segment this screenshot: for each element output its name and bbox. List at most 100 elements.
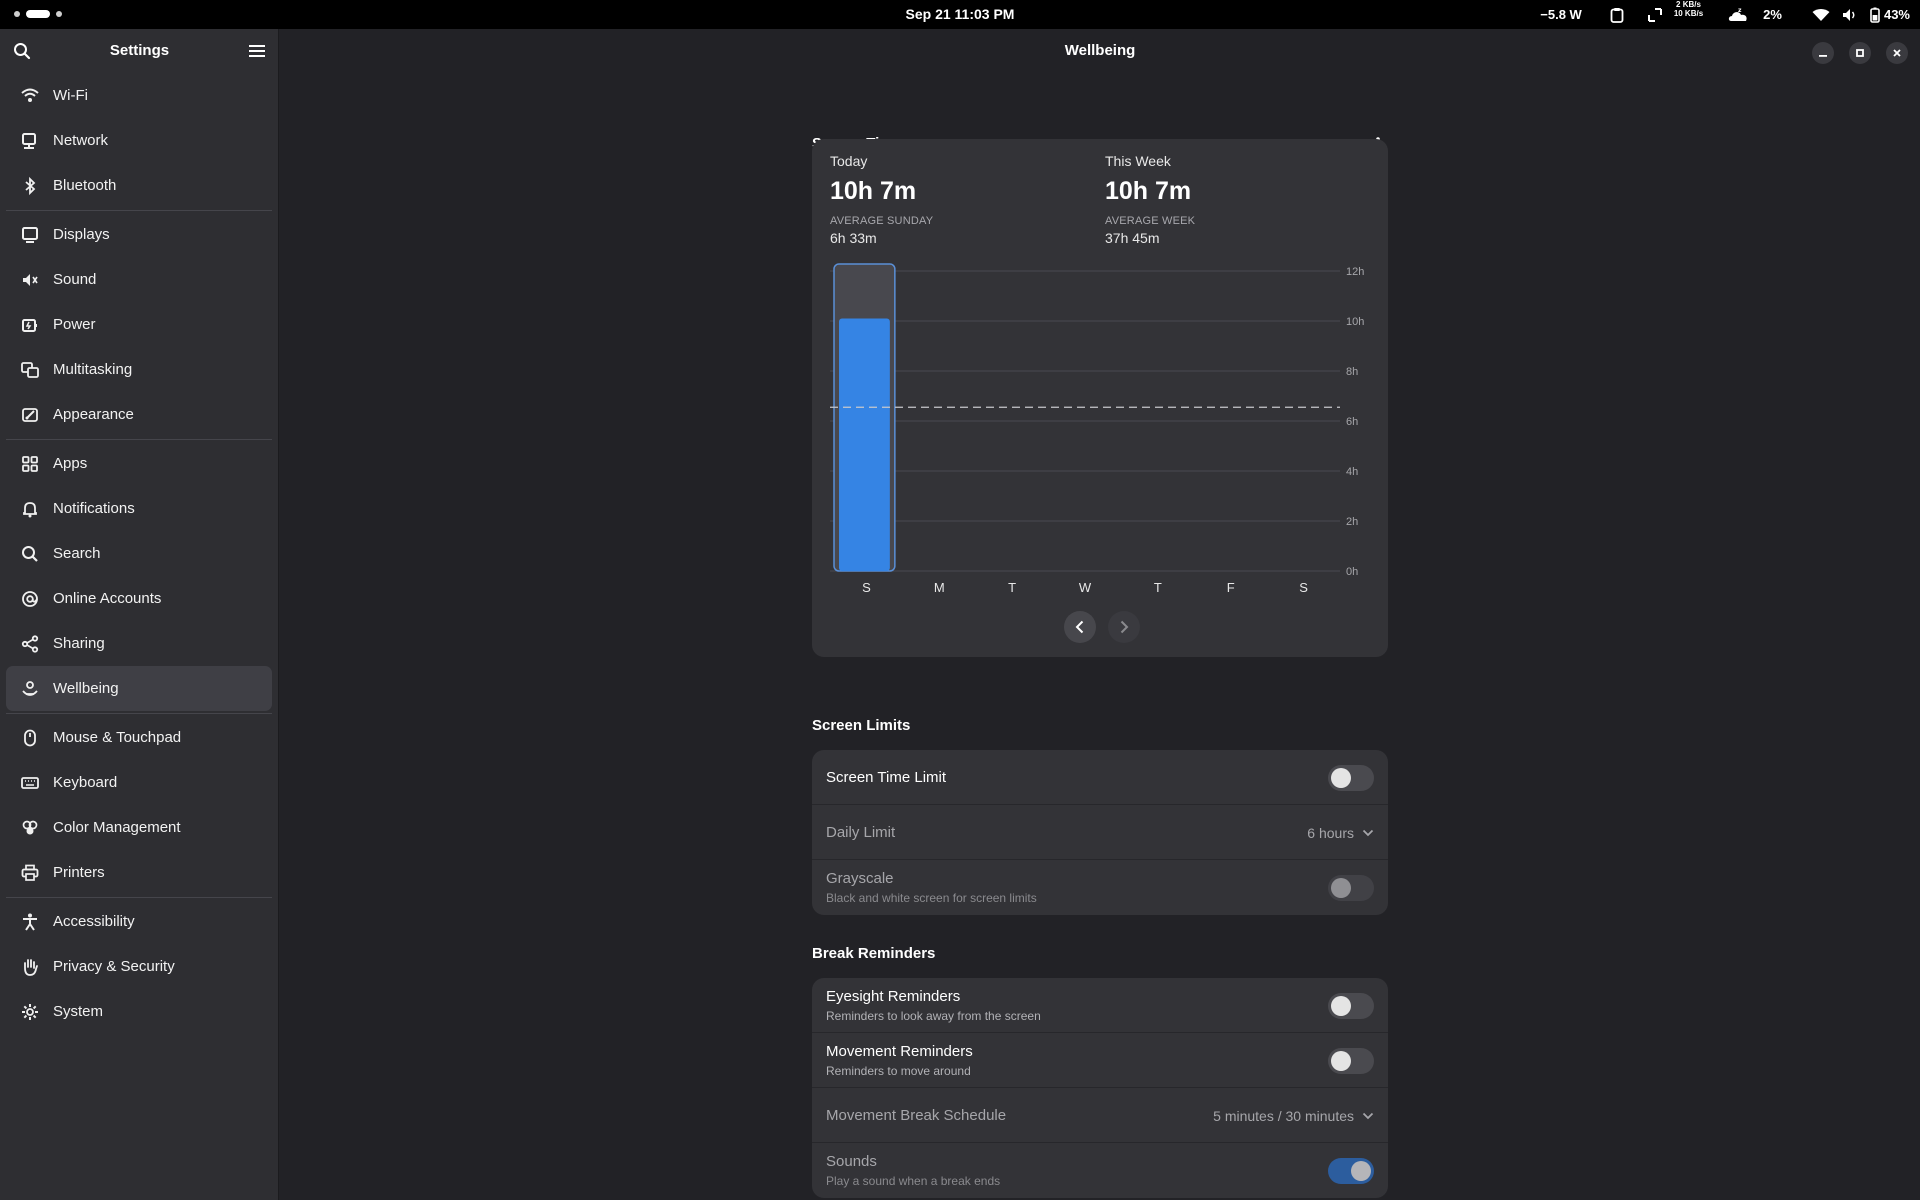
chart-x-tick-label: S (1299, 580, 1308, 595)
sidebar-separator (6, 897, 272, 898)
movement-break-schedule-value: 5 minutes / 30 minutes (1213, 1107, 1354, 1124)
sidebar-item-printers[interactable]: Printers (6, 850, 272, 895)
sidebar-item-multitasking[interactable]: Multitasking (6, 347, 272, 392)
next-week-button[interactable] (1108, 611, 1140, 643)
movement-break-schedule-row[interactable]: Movement Break Schedule 5 minutes / 30 m… (812, 1088, 1388, 1143)
sidebar-separator (6, 713, 272, 714)
chart-y-tick-label: 8h (1346, 366, 1358, 378)
at-sign-icon (20, 589, 40, 609)
sidebar-item-system[interactable]: System (6, 989, 272, 1034)
power-draw: −5.8 W (1540, 7, 1582, 22)
screen-time-limit-row[interactable]: Screen Time Limit (812, 750, 1388, 805)
sidebar-item-notifications[interactable]: Notifications (6, 486, 272, 531)
weather-icon[interactable]: z (1727, 0, 1753, 29)
volume-icon[interactable] (1842, 0, 1858, 29)
sidebar-item-label: Online Accounts (53, 590, 162, 607)
movement-break-schedule-dropdown[interactable]: 5 minutes / 30 minutes (1213, 1088, 1374, 1143)
bluetooth-icon (20, 176, 40, 196)
sounds-switch[interactable] (1328, 1157, 1374, 1184)
sounds-label: Sounds (826, 1153, 877, 1170)
speaker-icon (20, 270, 40, 290)
maximize-icon (1856, 49, 1864, 57)
previous-week-button[interactable] (1064, 611, 1096, 643)
network-speed-icon[interactable] (1646, 0, 1664, 29)
sidebar-item-label: System (53, 1003, 104, 1020)
close-button[interactable] (1886, 42, 1908, 64)
sidebar-item-label: Sharing (53, 635, 105, 652)
sidebar-item-apps[interactable]: Apps (6, 441, 272, 486)
chevron-down-icon (1362, 1112, 1374, 1119)
sidebar-item-mouse-touchpad[interactable]: Mouse & Touchpad (6, 715, 272, 760)
mouse-icon (20, 728, 40, 748)
daily-limit-row[interactable]: Daily Limit 6 hours (812, 805, 1388, 860)
sidebar-item-label: Mouse & Touchpad (53, 729, 182, 746)
movement-reminders-label: Movement Reminders (826, 1042, 973, 1060)
movement-reminders-row[interactable]: Movement Reminders Reminders to move aro… (812, 1033, 1388, 1088)
movement-reminders-switch[interactable] (1328, 1047, 1374, 1074)
maximize-button[interactable] (1849, 42, 1871, 64)
sidebar-item-sound[interactable]: Sound (6, 257, 272, 302)
sidebar-item-label: Color Management (53, 819, 181, 836)
chart-y-tick-label: 12h (1346, 266, 1364, 278)
sounds-row[interactable]: Sounds Play a sound when a break ends (812, 1143, 1388, 1198)
screen-time-card: Today 10h 7m AVERAGE SUNDAY 6h 33m This … (812, 139, 1388, 657)
sidebar-item-accessibility[interactable]: Accessibility (6, 899, 272, 944)
sidebar-item-label: Network (53, 132, 109, 149)
wifi-status-icon[interactable] (1812, 0, 1830, 29)
screen-time-limit-switch[interactable] (1328, 764, 1374, 791)
chart-bar (839, 318, 890, 571)
sidebar-item-search[interactable]: Search (6, 531, 272, 576)
grayscale-row[interactable]: Grayscale Black and white screen for scr… (812, 860, 1388, 915)
sidebar-item-network[interactable]: Network (6, 118, 272, 163)
main-pane: Wellbeing Screen Time Today 10h 7m AVERA… (280, 29, 1920, 1200)
sidebar-separator (6, 210, 272, 211)
switch-knob (1331, 995, 1351, 1016)
weather-percent: 2% (1763, 7, 1782, 22)
clipboard-icon[interactable] (1610, 0, 1624, 29)
system-tray[interactable]: −5.8 W 2 KB/s 10 KB/s z 2% 43% (1540, 0, 1910, 29)
sidebar-item-appearance[interactable]: Appearance (6, 392, 272, 437)
sidebar-item-keyboard[interactable]: Keyboard (6, 760, 272, 805)
eyesight-reminders-description: Reminders to look away from the screen (826, 1008, 1041, 1023)
break-reminders-card: Eyesight Reminders Reminders to look awa… (812, 978, 1388, 1198)
bell-icon (20, 499, 40, 519)
chart-x-tick-label: S (862, 580, 871, 595)
sidebar-list: Wi-Fi Network Bluetooth Displays Sound Power M… (0, 73, 278, 1034)
hand-icon (20, 957, 40, 977)
gear-icon (20, 1002, 40, 1022)
sidebar-item-privacy-security[interactable]: Privacy & Security (6, 944, 272, 989)
switch-knob (1331, 1050, 1351, 1071)
screen-time-chart: 0h 2h 4h 6h 8h 10h 12h S M T W T F S (830, 263, 1364, 595)
sidebar-item-sharing[interactable]: Sharing (6, 621, 272, 666)
sidebar-item-bluetooth[interactable]: Bluetooth (6, 163, 272, 208)
daily-limit-dropdown[interactable]: 6 hours (1307, 805, 1374, 860)
main-menu-button[interactable] (245, 39, 269, 63)
sidebar-item-label: Power (53, 316, 96, 333)
sidebar-item-displays[interactable]: Displays (6, 212, 272, 257)
minimize-button[interactable] (1812, 42, 1834, 64)
sidebar-item-power[interactable]: Power (6, 302, 272, 347)
sidebar-item-wellbeing[interactable]: Wellbeing (6, 666, 272, 711)
chevron-left-icon (1075, 620, 1084, 634)
eyesight-reminders-switch[interactable] (1328, 992, 1374, 1019)
keyboard-icon (20, 773, 40, 793)
chart-y-tick-label: 6h (1346, 416, 1358, 428)
sounds-description: Play a sound when a break ends (826, 1174, 1001, 1188)
sidebar-header: Settings (0, 29, 278, 73)
eyesight-reminders-row[interactable]: Eyesight Reminders Reminders to look awa… (812, 978, 1388, 1033)
sidebar-item-online-accounts[interactable]: Online Accounts (6, 576, 272, 621)
sidebar-item-label: Sound (53, 271, 97, 288)
movement-break-schedule-label: Movement Break Schedule (826, 1106, 1007, 1124)
accessibility-icon (20, 912, 40, 932)
grayscale-switch[interactable] (1328, 874, 1374, 901)
sidebar-item-label: Wi-Fi (53, 87, 88, 104)
battery-icon[interactable] (1870, 0, 1880, 29)
printer-icon (20, 863, 40, 883)
sidebar-item-color-management[interactable]: Color Management (6, 805, 272, 850)
switch-knob (1351, 1160, 1371, 1181)
chevron-right-icon (1120, 620, 1129, 634)
sidebar-item-wi-fi[interactable]: Wi-Fi (6, 73, 272, 118)
sidebar: Settings Wi-Fi Network Bluetooth Displays So… (0, 29, 279, 1200)
battery-percent: 43% (1883, 7, 1910, 22)
screen-limits-card: Screen Time Limit Daily Limit 6 hours Gr… (812, 750, 1388, 915)
